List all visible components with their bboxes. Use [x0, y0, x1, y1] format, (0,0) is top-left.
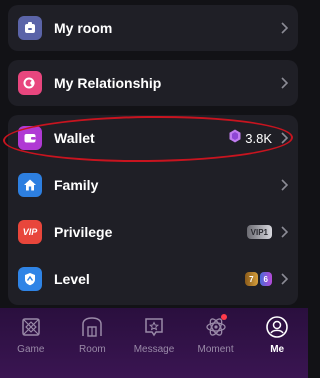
- my-room-card: My room: [8, 5, 298, 51]
- tab-label: Moment: [197, 344, 234, 355]
- tab-label: Game: [17, 344, 45, 355]
- level-badges: 7 6: [243, 272, 272, 286]
- wallet-balance: 3.8K: [229, 129, 272, 148]
- balance-value: 3.8K: [245, 130, 272, 146]
- relationship-icon: [18, 71, 42, 95]
- menu-item-my-relationship[interactable]: My Relationship: [8, 60, 298, 106]
- privilege-badges: VIP1: [245, 225, 272, 239]
- vip-level-badge: VIP1: [246, 225, 272, 239]
- menu-item-label: My Relationship: [54, 75, 162, 91]
- wealth-level-text: 7: [249, 274, 254, 284]
- charm-level-badge: 6: [259, 272, 272, 286]
- message-icon: [141, 314, 167, 340]
- tab-label: Me: [270, 344, 285, 355]
- me-icon: [264, 314, 290, 340]
- vip-badge-text: VIP1: [250, 227, 268, 237]
- menu-item-wallet[interactable]: Wallet 3.8K: [8, 115, 298, 161]
- menu-item-privilege[interactable]: VIP Privilege VIP1: [8, 209, 298, 255]
- menu-item-my-room[interactable]: My room: [8, 5, 298, 51]
- main-menu-card: Wallet 3.8K Family VIP Privilege VIP1 Le…: [8, 115, 298, 305]
- bottom-tab-bar: Game Room Message Moment Me: [0, 308, 308, 378]
- room-icon: [79, 314, 105, 340]
- home-door-icon: [18, 16, 42, 40]
- chevron-right-icon: [278, 179, 290, 191]
- chevron-right-icon: [278, 132, 290, 144]
- menu-item-label: Privilege: [54, 224, 113, 240]
- relationship-card: My Relationship: [8, 60, 298, 106]
- tab-message[interactable]: Message: [125, 314, 183, 355]
- tab-me[interactable]: Me: [248, 314, 306, 355]
- tab-game[interactable]: Game: [2, 314, 60, 355]
- tab-label: Message: [133, 344, 175, 355]
- level-icon: [18, 267, 42, 291]
- house-icon: [18, 173, 42, 197]
- chevron-right-icon: [278, 77, 290, 89]
- menu-item-level[interactable]: Level 7 6: [8, 256, 298, 302]
- vip-icon-text: VIP: [22, 227, 38, 237]
- gem-icon: [229, 129, 241, 148]
- menu-item-label: Wallet: [54, 130, 95, 146]
- menu-item-label: Family: [54, 177, 99, 193]
- chevron-right-icon: [278, 273, 290, 285]
- menu-item-label: Level: [54, 271, 90, 287]
- menu-item-family[interactable]: Family: [8, 162, 298, 208]
- charm-level-text: 6: [263, 274, 268, 284]
- notification-dot: [220, 314, 227, 320]
- game-icon: [18, 314, 44, 340]
- wealth-level-badge: 7: [245, 272, 258, 286]
- tab-room[interactable]: Room: [63, 314, 121, 355]
- tab-moment[interactable]: Moment: [187, 314, 245, 355]
- tab-label: Room: [79, 344, 106, 355]
- chevron-right-icon: [278, 22, 290, 34]
- wallet-icon: [18, 126, 42, 150]
- vip-icon: VIP: [18, 220, 42, 244]
- menu-item-label: My room: [54, 20, 113, 36]
- chevron-right-icon: [278, 226, 290, 238]
- screen: My room My Relationship Wallet 3.8K Fami…: [0, 0, 308, 378]
